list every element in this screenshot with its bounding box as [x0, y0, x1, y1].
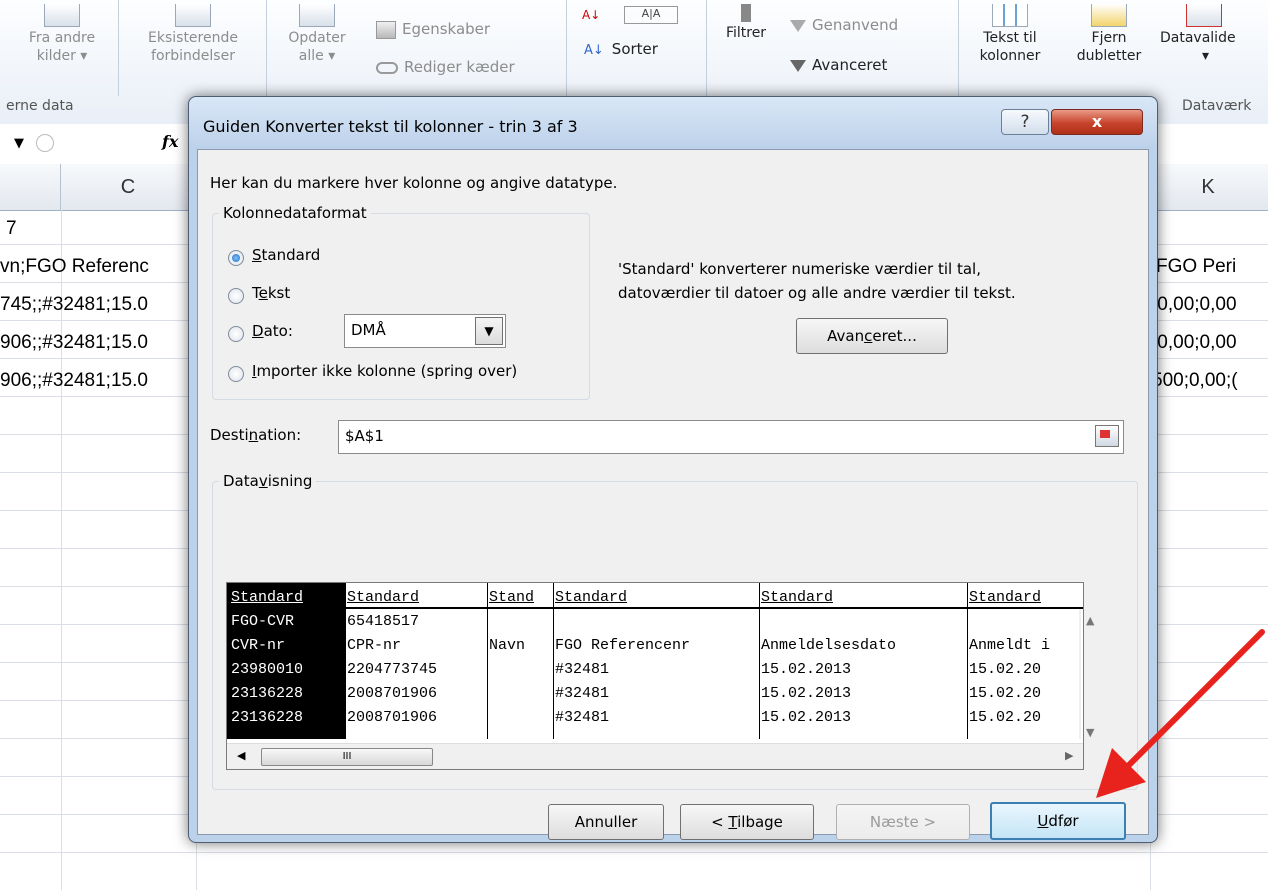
arrow-shaft — [1121, 629, 1265, 773]
red-arrow-annotation — [1096, 629, 1265, 798]
